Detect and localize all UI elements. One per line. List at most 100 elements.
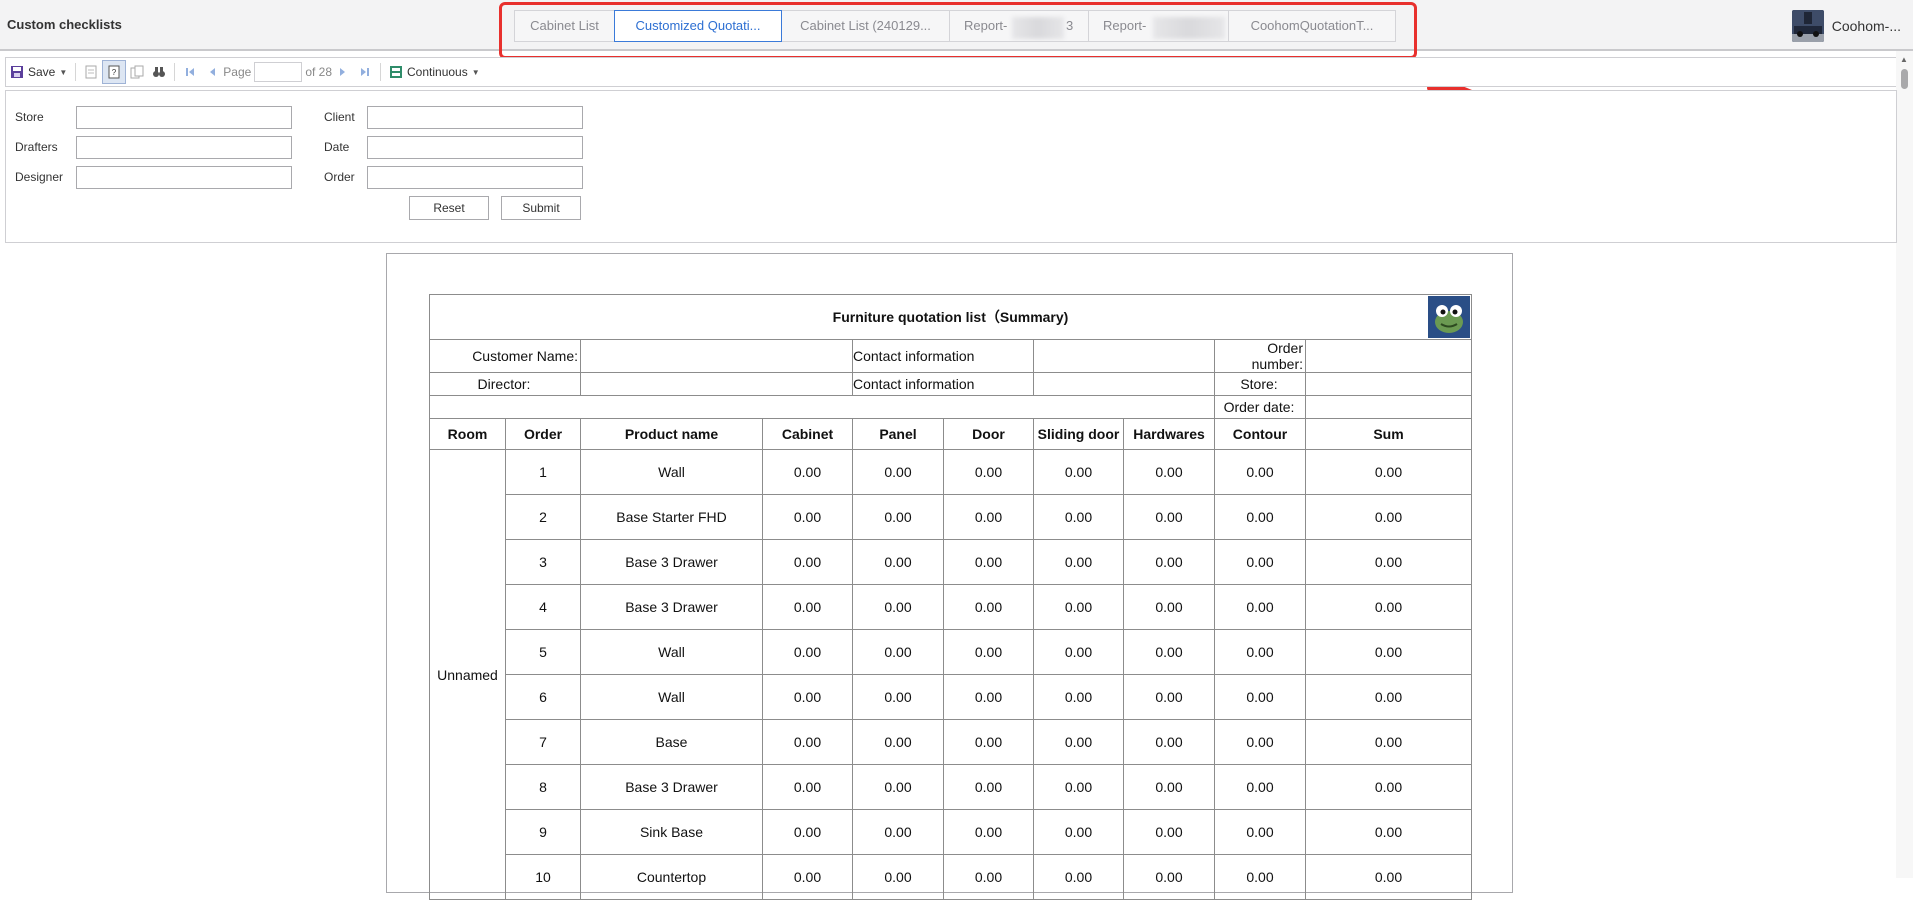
designer-input[interactable]: [76, 166, 292, 189]
cell-hardwares: 0.00: [1123, 854, 1215, 900]
divider: [380, 63, 382, 81]
cell-sliding: 0.00: [1033, 854, 1124, 900]
contact-info-value-2: [1033, 372, 1215, 396]
store-label-report: Store:: [1214, 372, 1306, 396]
cell-panel: 0.00: [852, 539, 944, 585]
prev-page-button[interactable]: [201, 61, 223, 83]
scroll-thumb[interactable]: [1901, 69, 1908, 89]
blank-info-cell: [429, 395, 1215, 419]
cell-sliding: 0.00: [1033, 674, 1124, 720]
cell-contour: 0.00: [1214, 854, 1306, 900]
cell-cabinet: 0.00: [762, 674, 853, 720]
table-row: 6 Wall 0.00 0.00 0.00 0.00 0.00 0.00 0.00: [430, 674, 1472, 720]
cell-cabinet: 0.00: [762, 494, 853, 540]
cell-panel: 0.00: [852, 719, 944, 765]
contact-info-label-2: Contact information: [852, 372, 1034, 396]
date-input[interactable]: [367, 136, 583, 159]
cell-panel: 0.00: [852, 629, 944, 675]
table-row: 8 Base 3 Drawer 0.00 0.00 0.00 0.00 0.00 0.00 0.…: [430, 764, 1472, 810]
designer-label: Designer: [15, 170, 64, 184]
save-button[interactable]: Save ▼: [6, 61, 71, 83]
drafters-input[interactable]: [76, 136, 292, 159]
cell-order: 8: [505, 764, 581, 810]
tab-label: Customized Quotati...: [635, 18, 761, 33]
cell-sum: 0.00: [1305, 719, 1472, 765]
cell-order: 1: [505, 449, 581, 495]
column-header: Cabinet: [762, 418, 853, 450]
table-row: 10 Countertop 0.00 0.00 0.00 0.00 0.00 0.00 0.00: [430, 854, 1472, 900]
tab-label: Cabinet List (240129...: [800, 18, 931, 33]
column-header: Order: [505, 418, 581, 450]
next-page-button[interactable]: [332, 61, 354, 83]
table-row: 4 Base 3 Drawer 0.00 0.00 0.00 0.00 0.00 0.00 0.…: [430, 584, 1472, 630]
scroll-up-icon[interactable]: ▲: [1900, 55, 1908, 64]
cell-order: 6: [505, 674, 581, 720]
cell-contour: 0.00: [1214, 629, 1306, 675]
column-header: Product name: [580, 418, 763, 450]
order-input[interactable]: [367, 166, 583, 189]
cell-contour: 0.00: [1214, 539, 1306, 585]
single-page-button[interactable]: ?: [102, 60, 127, 84]
cell-product: Base 3 Drawer: [580, 584, 763, 630]
order-date-value: [1305, 395, 1472, 419]
column-header: Panel: [852, 418, 944, 450]
multi-page-icon: [130, 65, 144, 79]
print-button[interactable]: [80, 61, 102, 83]
vertical-scrollbar[interactable]: ▲: [1896, 51, 1913, 878]
tab-label: Report-: [964, 18, 1008, 33]
cell-contour: 0.00: [1214, 719, 1306, 765]
multi-page-button[interactable]: [126, 61, 148, 83]
last-page-icon: [361, 68, 370, 76]
user-menu[interactable]: Coohom-...: [1791, 10, 1901, 42]
column-header: Hardwares: [1123, 418, 1215, 450]
table-row: 9 Sink Base 0.00 0.00 0.00 0.00 0.00 0.00 0.00: [430, 809, 1472, 855]
director-label: Director:: [429, 372, 581, 396]
tab-customized-quotation[interactable]: Customized Quotati...: [614, 10, 782, 42]
store-input[interactable]: [76, 106, 292, 129]
next-page-icon: [340, 68, 346, 76]
reset-button[interactable]: Reset: [409, 196, 489, 220]
cell-order: 2: [505, 494, 581, 540]
cell-cabinet: 0.00: [762, 719, 853, 765]
date-label: Date: [324, 140, 350, 154]
cell-order: 3: [505, 539, 581, 585]
redacted-text: [1153, 17, 1225, 39]
tab-cabinet-list[interactable]: Cabinet List: [514, 10, 615, 42]
find-button[interactable]: [148, 61, 170, 83]
drafters-label: Drafters: [15, 140, 58, 154]
cell-sliding: 0.00: [1033, 539, 1124, 585]
cell-hardwares: 0.00: [1123, 584, 1215, 630]
tab-coohom-quotation[interactable]: CoohomQuotationT...: [1228, 10, 1396, 42]
page-total: of 28: [305, 65, 333, 79]
client-input[interactable]: [367, 106, 583, 129]
tab-cabinet-list-240129[interactable]: Cabinet List (240129...: [781, 10, 950, 42]
continuous-icon: [390, 66, 403, 78]
client-label: Client: [324, 110, 355, 124]
tab-label: CoohomQuotationT...: [1250, 18, 1374, 33]
report-toolbar: Save ▼ ? Page of 28 Continuous ▼: [5, 57, 1897, 87]
column-header: Door: [943, 418, 1034, 450]
page-number-input[interactable]: [254, 62, 303, 82]
view-mode-dropdown[interactable]: Continuous ▼: [385, 61, 484, 83]
redacted-text: [1012, 17, 1064, 39]
cell-contour: 0.00: [1214, 449, 1306, 495]
cell-door: 0.00: [943, 494, 1034, 540]
first-page-button[interactable]: [179, 61, 201, 83]
cell-product: Base 3 Drawer: [580, 764, 763, 810]
submit-button[interactable]: Submit: [501, 196, 581, 220]
tab-report-2[interactable]: Report-: [1088, 10, 1229, 42]
cell-hardwares: 0.00: [1123, 629, 1215, 675]
cell-hardwares: 0.00: [1123, 719, 1215, 765]
page-label: Page: [223, 65, 252, 79]
logo: [1428, 296, 1470, 338]
last-page-button[interactable]: [354, 61, 376, 83]
cell-cabinet: 0.00: [762, 629, 853, 675]
tab-report-1[interactable]: Report- 3: [949, 10, 1089, 42]
table-row: 7 Base 0.00 0.00 0.00 0.00 0.00 0.00 0.00: [430, 719, 1472, 765]
table-row: 5 Wall 0.00 0.00 0.00 0.00 0.00 0.00 0.00: [430, 629, 1472, 675]
room-cell: Unnamed: [429, 449, 506, 900]
cell-sliding: 0.00: [1033, 764, 1124, 810]
divider: [174, 63, 176, 81]
cell-sum: 0.00: [1305, 584, 1472, 630]
view-mode-label: Continuous: [407, 65, 468, 79]
